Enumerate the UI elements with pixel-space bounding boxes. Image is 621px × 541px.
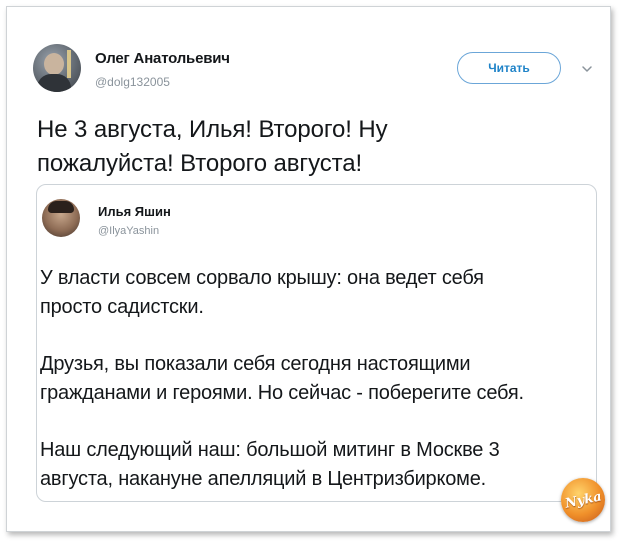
quoted-text-line: августа, накануне апелляций в Центризбир… <box>40 468 487 490</box>
quoted-author-handle: @IlyaYashin <box>98 225 160 237</box>
watermark-text: Nyka <box>563 488 603 512</box>
avatar-background <box>67 50 71 78</box>
quoted-author-name: Илья Яшин <box>98 204 171 219</box>
chevron-down-icon[interactable] <box>581 63 593 75</box>
quoted-paragraph: Друзья, вы показали себя сегодня настоящ… <box>40 350 592 408</box>
author-name[interactable]: Олег Анатольевич <box>95 50 230 67</box>
quoted-tweet[interactable]: Илья Яшин @IlyaYashin У власти совсем со… <box>36 184 597 502</box>
avatar-hair <box>48 201 74 213</box>
tweet-text-line: пожалуйста! Второго августа! <box>37 150 363 177</box>
quoted-paragraph: Наш следующий наш: большой митинг в Моск… <box>40 436 592 494</box>
quoted-paragraph: У власти совсем сорвало крышу: она ведет… <box>40 264 592 322</box>
quoted-author-avatar <box>42 199 80 237</box>
author-handle[interactable]: @dolg132005 <box>95 75 170 89</box>
tweet-card: Олег Анатольевич @dolg132005 Читать Не 3… <box>6 6 611 532</box>
follow-button[interactable]: Читать <box>457 52 561 84</box>
tweet-text: Не 3 августа, Илья! Второго! Ну пожалуйс… <box>37 113 597 181</box>
avatar-face <box>44 53 64 75</box>
avatar-body <box>37 74 71 92</box>
quoted-text-line: гражданами и героями. Но сейчас - побере… <box>40 382 524 404</box>
watermark-logo: Nyka <box>561 478 605 522</box>
quoted-text-line: У власти совсем сорвало крышу: она ведет… <box>40 267 484 289</box>
quoted-text-line: Наш следующий наш: большой митинг в Моск… <box>40 439 500 461</box>
tweet-text-line: Не 3 августа, Илья! Второго! Ну <box>37 116 388 143</box>
quoted-text-line: Друзья, вы показали себя сегодня настоящ… <box>40 353 471 375</box>
quoted-text-line: просто садистски. <box>40 296 204 318</box>
author-avatar[interactable] <box>33 44 81 92</box>
